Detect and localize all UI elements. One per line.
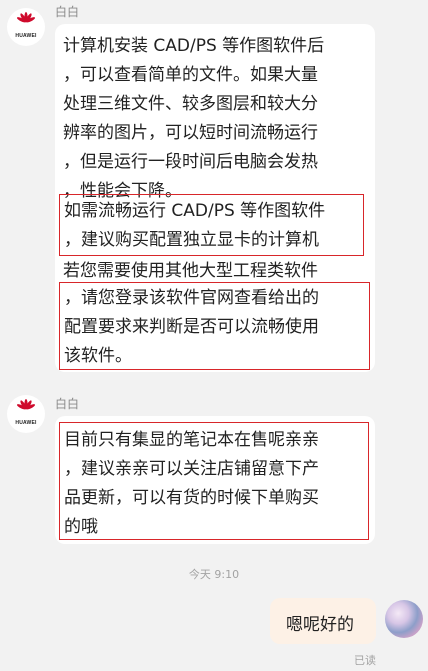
sender-name: 白白: [55, 5, 80, 19]
agent-avatar[interactable]: HUAWEI: [7, 8, 45, 46]
timestamp: 今天 9:10: [188, 568, 240, 581]
highlighted-paragraph: ，请您登录该软件官网查看给出的 配置要求来判断是否可以流畅使用 该软件。: [59, 282, 370, 370]
huawei-logo-icon: [16, 12, 36, 23]
huawei-brand-text: HUAWEI: [15, 420, 37, 426]
highlighted-paragraph: 如需流畅运行 CAD/PS 等作图软件 ，建议购买配置独立显卡的计算机: [59, 194, 364, 256]
own-message-text: 嗯呢好的: [286, 615, 354, 635]
huawei-brand-text: HUAWEI: [15, 33, 37, 39]
read-status: 已读: [354, 654, 376, 667]
agent-avatar[interactable]: HUAWEI: [7, 395, 45, 433]
user-avatar[interactable]: [385, 600, 423, 638]
message-bubble[interactable]: 计算机安装 CAD/PS 等作图软件后 ，可以查看简单的文件。如果大量 处理三维…: [55, 24, 375, 372]
message-paragraph: 计算机安装 CAD/PS 等作图软件后 ，可以查看简单的文件。如果大量 处理三维…: [63, 36, 325, 201]
sender-name: 白白: [55, 397, 80, 411]
highlighted-paragraph: 目前只有集显的笔记本在售呢亲亲 ，建议亲亲可以关注店铺留意下产 品更新，可以有货…: [59, 422, 369, 540]
message-bubble[interactable]: 目前只有集显的笔记本在售呢亲亲 ，建议亲亲可以关注店铺留意下产 品更新，可以有货…: [55, 416, 375, 544]
huawei-logo-icon: [16, 399, 36, 410]
own-message-bubble[interactable]: 嗯呢好的: [270, 598, 376, 644]
